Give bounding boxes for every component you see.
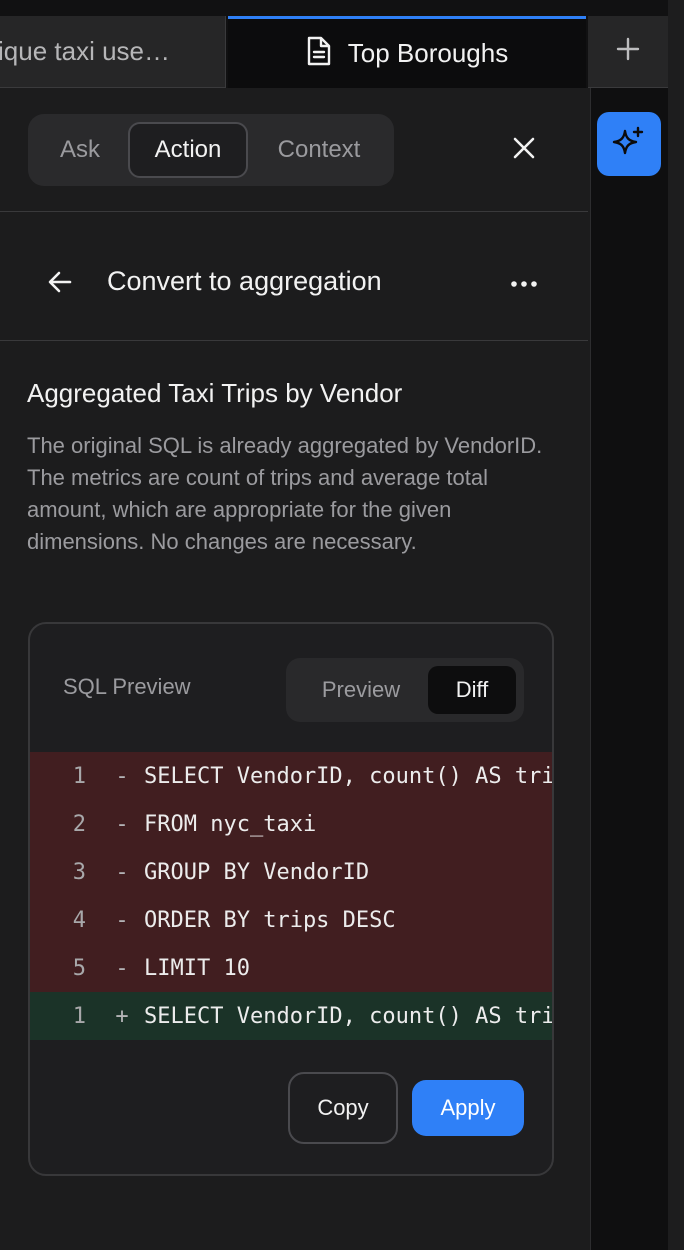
sql-preview-label: SQL Preview (63, 674, 191, 699)
line-number: 5 (72, 955, 86, 981)
copy-button[interactable]: Copy (288, 1072, 398, 1144)
back-button[interactable] (40, 264, 80, 304)
code-text: ORDER BY trips DESC (144, 907, 396, 933)
diff-marker: - (115, 955, 129, 981)
line-number: 1 (72, 763, 86, 789)
close-button[interactable] (504, 130, 544, 170)
diff-line-removed: 2 - FROM nyc_taxi (30, 800, 552, 848)
divider (0, 211, 588, 212)
line-number: 2 (72, 811, 86, 837)
view-toggle: Preview Diff (286, 658, 524, 722)
sparkle-icon (612, 125, 646, 164)
line-number: 3 (72, 859, 86, 885)
action-title: Convert to aggregation (107, 266, 382, 296)
mode-action[interactable]: Action (128, 122, 248, 178)
result-title: Aggregated Taxi Trips by Vendor (27, 378, 403, 408)
code-text: GROUP BY VendorID (144, 859, 370, 885)
document-icon (306, 36, 332, 71)
sql-preview-card: SQL Preview Preview Diff 1 - SELECT Vend… (28, 622, 554, 1176)
diff-line-removed: 3 - GROUP BY VendorID (30, 848, 552, 896)
tab-label: ique taxi use… (0, 36, 170, 66)
mode-context[interactable]: Context (264, 122, 374, 178)
ai-assistant-button[interactable] (597, 112, 661, 176)
sql-diff: 1 - SELECT VendorID, count() AS trips 2 … (30, 752, 554, 1040)
more-options-button[interactable] (504, 266, 544, 302)
right-sidebar (590, 88, 669, 1250)
ellipsis-icon (510, 275, 538, 293)
result-description: The original SQL is already aggregated b… (27, 433, 543, 554)
code-text: LIMIT 10 (144, 955, 250, 981)
line-number: 4 (72, 907, 86, 933)
diff-marker: - (115, 907, 129, 933)
tab-taxi-query[interactable]: ique taxi use… (0, 16, 226, 88)
diff-line-removed: 1 - SELECT VendorID, count() AS trips (30, 752, 554, 800)
tab-bar: ique taxi use… Top Boroughs (0, 0, 684, 88)
line-number: 1 (72, 1003, 86, 1029)
tab-top-boroughs[interactable]: Top Boroughs (228, 16, 586, 88)
mode-switch: Ask Action Context (28, 114, 394, 186)
mode-ask[interactable]: Ask (48, 122, 112, 178)
plus-icon (616, 37, 640, 66)
diff-line-added: 1 + SELECT VendorID, count() AS trips (30, 992, 554, 1040)
diff-tab[interactable]: Diff (428, 666, 516, 714)
close-icon (513, 137, 535, 164)
code-text: SELECT VendorID, count() AS trips (144, 1003, 554, 1029)
code-text: FROM nyc_taxi (144, 811, 317, 837)
divider (0, 340, 588, 341)
preview-tab[interactable]: Preview (302, 666, 420, 714)
diff-marker: - (115, 859, 129, 885)
new-tab-button[interactable] (588, 16, 668, 88)
diff-marker: - (115, 763, 129, 789)
diff-line-removed: 4 - ORDER BY trips DESC (30, 896, 552, 944)
diff-marker: - (115, 811, 129, 837)
window-edge (668, 0, 684, 1250)
diff-line-removed: 5 - LIMIT 10 (30, 944, 552, 992)
arrow-left-icon (48, 271, 72, 298)
apply-button[interactable]: Apply (412, 1080, 524, 1136)
diff-marker: + (115, 1003, 129, 1029)
tab-label: Top Boroughs (347, 38, 509, 68)
code-text: SELECT VendorID, count() AS trips (144, 763, 554, 789)
